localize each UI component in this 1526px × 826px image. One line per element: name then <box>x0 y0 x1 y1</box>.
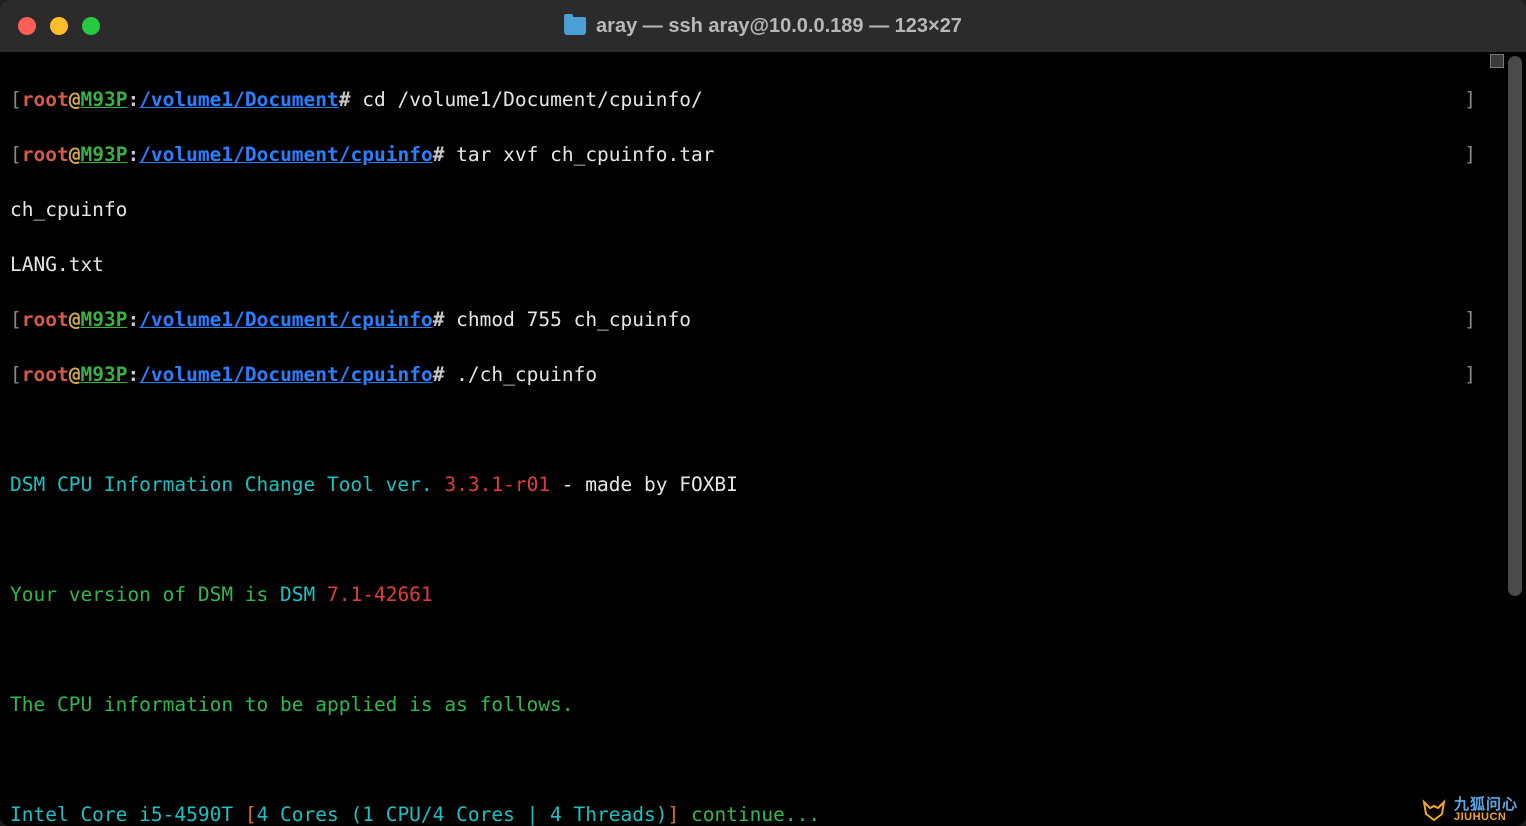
terminal-line: [root@M93P:/volume1/Document/cpuinfo# ta… <box>10 141 1516 169</box>
watermark: 九狐问心 JIUHUCN <box>1420 796 1518 824</box>
blank-line <box>10 746 1516 774</box>
watermark-text: 九狐问心 JIUHUCN <box>1454 797 1518 823</box>
command-text: cd /volume1/Document/cpuinfo/ <box>351 88 703 111</box>
terminal-line: [root@M93P:/volume1/Document# cd /volume… <box>10 86 1516 114</box>
traffic-lights <box>18 17 100 35</box>
terminal-line: [root@M93P:/volume1/Document/cpuinfo# ./… <box>10 361 1516 389</box>
side-widget-icon[interactable] <box>1490 54 1504 68</box>
folder-icon <box>564 17 586 35</box>
window-title: aray — ssh aray@10.0.0.189 — 123×27 <box>564 15 962 38</box>
tool-header: DSM CPU Information Change Tool ver. 3.3… <box>10 471 1516 499</box>
scrollbar[interactable] <box>1508 56 1522 596</box>
command-text: tar xvf ch_cpuinfo.tar <box>444 143 714 166</box>
terminal-line: [root@M93P:/volume1/Document/cpuinfo# ch… <box>10 306 1516 334</box>
fox-icon <box>1420 796 1448 824</box>
terminal-output: ch_cpuinfo <box>10 196 1516 224</box>
window-title-text: aray — ssh aray@10.0.0.189 — 123×27 <box>596 15 962 38</box>
blank-line <box>10 636 1516 664</box>
cpu-info-line: Intel Core i5-4590T [4 Cores (1 CPU/4 Co… <box>10 801 1516 826</box>
titlebar[interactable]: aray — ssh aray@10.0.0.189 — 123×27 <box>0 0 1526 52</box>
terminal-output: LANG.txt <box>10 251 1516 279</box>
terminal-window: aray — ssh aray@10.0.0.189 — 123×27 [roo… <box>0 0 1526 826</box>
blank-line <box>10 526 1516 554</box>
command-text: chmod 755 ch_cpuinfo <box>444 308 691 331</box>
terminal-content[interactable]: [root@M93P:/volume1/Document# cd /volume… <box>0 52 1526 826</box>
dsm-version-line: Your version of DSM is DSM 7.1-42661 <box>10 581 1516 609</box>
command-text: ./ch_cpuinfo <box>444 363 597 386</box>
close-button[interactable] <box>18 17 36 35</box>
minimize-button[interactable] <box>50 17 68 35</box>
cpu-apply-line: The CPU information to be applied is as … <box>10 691 1516 719</box>
maximize-button[interactable] <box>82 17 100 35</box>
blank-line <box>10 416 1516 444</box>
